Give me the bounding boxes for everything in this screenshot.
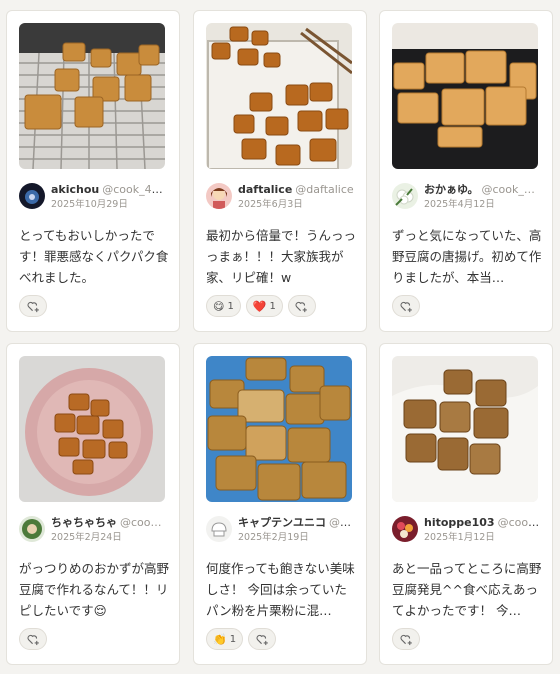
post-date: 2025年2月24日	[51, 532, 122, 543]
reaction-yummy-button[interactable]: 😋 1	[206, 295, 241, 317]
post-date: 2025年2月19日	[238, 532, 309, 543]
avatar[interactable]	[206, 516, 232, 542]
author-name[interactable]: hitoppe103	[424, 516, 495, 529]
author-name[interactable]: おかぁゆ。	[424, 183, 478, 196]
reviews-grid: akichou @cook_40… 2025年10月29日 とってもおいしかったで…	[0, 0, 560, 674]
heart-plus-icon	[295, 301, 308, 312]
author-name[interactable]: daftalice	[238, 183, 292, 196]
add-reaction-button[interactable]	[19, 628, 47, 650]
author-line[interactable]: おかぁゆ。 @cook_…	[424, 183, 542, 197]
review-comment[interactable]: がっつりめのおかずが高野豆腐で作れるなんて！！リピしたいです😌	[19, 558, 169, 624]
author-name[interactable]: ちゃちゃちゃ	[51, 516, 117, 529]
author-handle: @cook_40…	[102, 183, 169, 196]
add-reaction-button[interactable]	[287, 295, 316, 317]
author-handle: @c…	[329, 516, 356, 529]
avatar[interactable]	[392, 516, 418, 542]
post-date: 2025年6月3日	[238, 199, 303, 210]
reaction-heart-button[interactable]: ❤️ 1	[245, 295, 283, 317]
author-handle: @daftalice	[295, 183, 354, 196]
reaction-count: 1	[269, 300, 276, 312]
review-card[interactable]: ちゃちゃちゃ @coo… 2025年2月24日 がっつりめのおかずが高野豆腐で作れ…	[6, 343, 180, 665]
review-card[interactable]: おかぁゆ。 @cook_… 2025年4月12日 ずっと気になっていた、高野豆腐の…	[379, 10, 553, 332]
heart-plus-icon	[400, 301, 412, 312]
author-line[interactable]: hitoppe103@cook_…	[424, 516, 542, 530]
author-line[interactable]: ちゃちゃちゃ @coo…	[51, 516, 169, 530]
review-card[interactable]: キャプテンユニコ @c… 2025年2月19日 何度作っても飽きない美味しさ！ 今…	[193, 343, 367, 665]
avatar[interactable]	[206, 183, 232, 209]
author-line[interactable]: キャプテンユニコ @c…	[238, 516, 356, 530]
author-line[interactable]: akichou @cook_40…	[51, 183, 169, 197]
reactions-bar: 😋 1 ❤️ 1	[206, 295, 316, 317]
yummy-face-icon: 😋	[213, 299, 225, 313]
review-photo[interactable]	[392, 23, 538, 169]
reactions-bar: 👏 1	[206, 628, 277, 650]
author-handle: @coo…	[120, 516, 162, 529]
avatar[interactable]	[392, 183, 418, 209]
add-reaction-button[interactable]	[19, 295, 47, 317]
review-comment[interactable]: 何度作っても飽きない美味しさ！ 今回は余っていたパン粉を片栗粉に混…	[206, 558, 356, 624]
heart-plus-icon	[27, 634, 39, 645]
review-photo[interactable]	[392, 356, 538, 502]
add-reaction-button[interactable]	[248, 628, 277, 650]
reactions-bar	[19, 628, 47, 650]
avatar[interactable]	[19, 516, 45, 542]
review-comment[interactable]: ずっと気になっていた、高野豆腐の唐揚げ。初めて作りましたが、本当…	[392, 225, 542, 291]
post-date: 2025年4月12日	[424, 199, 495, 210]
author-line[interactable]: daftalice @daftalice	[238, 183, 356, 197]
review-photo[interactable]	[19, 356, 165, 502]
author-name[interactable]: akichou	[51, 183, 99, 196]
reaction-count: 1	[227, 300, 234, 312]
post-date: 2025年1月12日	[424, 532, 495, 543]
add-reaction-button[interactable]	[392, 628, 420, 650]
reactions-bar	[19, 295, 47, 317]
author-name[interactable]: キャプテンユニコ	[238, 516, 326, 529]
review-photo[interactable]	[206, 356, 352, 502]
avatar[interactable]	[19, 183, 45, 209]
heart-plus-icon	[256, 634, 268, 645]
reaction-clap-button[interactable]: 👏 1	[206, 628, 244, 650]
review-comment[interactable]: とってもおいしかったです！罪悪感なくパクパク食べれました。	[19, 225, 169, 291]
review-comment[interactable]: あと一品ってところに高野豆腐発見^^食べ応えあってよかったです！ 今…	[392, 558, 542, 624]
review-card[interactable]: hitoppe103@cook_… 2025年1月12日 あと一品ってところに高…	[379, 343, 553, 665]
reactions-bar	[392, 628, 420, 650]
author-handle: @cook_…	[481, 183, 535, 196]
add-reaction-button[interactable]	[392, 295, 420, 317]
reactions-bar	[392, 295, 420, 317]
heart-plus-icon	[400, 634, 412, 645]
review-comment[interactable]: 最初から倍量で！うんっっっまぁ！！！大家族我が家、リピ確！w	[206, 225, 356, 291]
review-photo[interactable]	[206, 23, 352, 169]
post-date: 2025年10月29日	[51, 199, 128, 210]
review-card[interactable]: daftalice @daftalice 2025年6月3日 最初から倍量で！うん…	[193, 10, 367, 332]
heart-icon: ❤️	[252, 299, 267, 313]
heart-plus-icon	[27, 301, 39, 312]
clap-icon: 👏	[213, 632, 227, 646]
reaction-count: 1	[229, 633, 237, 645]
review-photo[interactable]	[19, 23, 165, 169]
review-card[interactable]: akichou @cook_40… 2025年10月29日 とってもおいしかったで…	[6, 10, 180, 332]
author-handle: @cook_…	[497, 516, 542, 529]
